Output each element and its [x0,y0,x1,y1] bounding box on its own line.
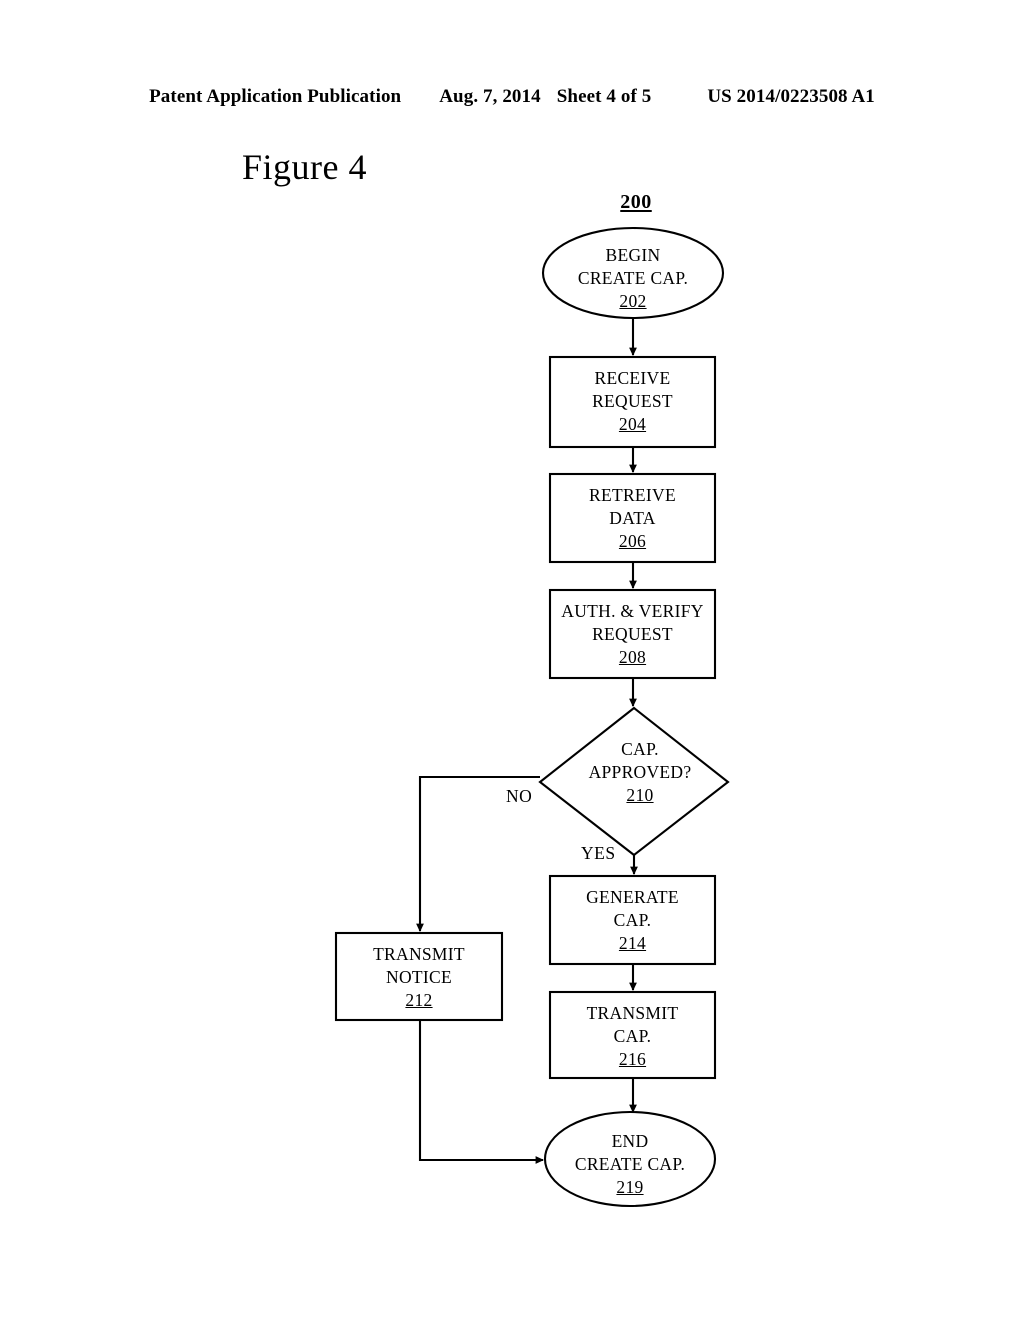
node-shape-auth-verify [548,588,717,680]
node-shape-transmit-notice [334,931,504,1022]
node-shape-begin [541,226,725,320]
node-shape-generate-cap [548,874,717,966]
node-shape-end [543,1110,717,1208]
node-shape-cap-approved [538,706,730,857]
branch-label-no: NO [506,786,533,806]
node-shape-retrieve-data [548,472,717,564]
flowchart-diagram [0,0,1024,1320]
node-shape-receive-request [548,355,717,449]
node-shape-transmit-cap [548,990,717,1080]
connector-transmit-notice-to-end [418,1020,544,1164]
branch-label-yes: YES [581,843,616,863]
